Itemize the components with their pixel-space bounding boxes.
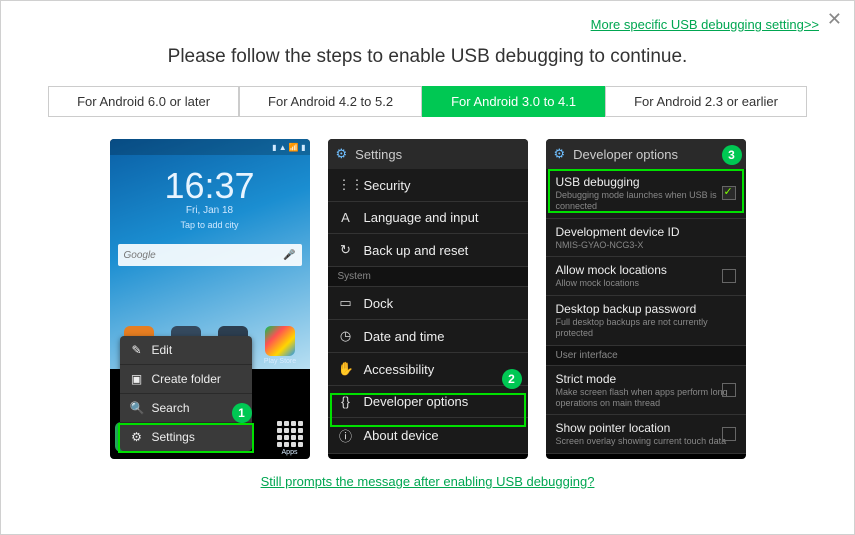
category-system: System — [328, 267, 528, 287]
android-version-tabs: For Android 6.0 or later For Android 4.2… — [36, 86, 819, 117]
category-ui: User interface — [546, 346, 746, 366]
item-accessibility: ✋Accessibility — [328, 353, 528, 386]
item-security: ⋮⋮Security — [328, 169, 528, 202]
step-badge-2: 2 — [502, 369, 522, 389]
phone-step-2: ⚙ Settings ⋮⋮Security ALanguage and inpu… — [328, 139, 528, 459]
clock-widget: 16:37 Fri, Jan 18 — [110, 165, 310, 216]
row-device-id: Development device IDNMIS-GYAO-NCG3-X — [546, 219, 746, 258]
row-strict-mode: Strict modeMake screen flash when apps p… — [546, 366, 746, 416]
google-search-bar: Google 🎤 — [118, 244, 302, 266]
tab-android-3[interactable]: For Android 3.0 to 4.1 — [422, 86, 605, 117]
dock-icon: ▭ — [338, 295, 354, 311]
bottom-link-row: Still prompts the message after enabling… — [36, 473, 819, 491]
security-icon: ⋮⋮ — [338, 177, 354, 193]
mic-icon: 🎤 — [283, 250, 295, 261]
tab-android-4-2[interactable]: For Android 4.2 to 5.2 — [239, 86, 422, 117]
highlight-usb-debugging — [548, 169, 744, 213]
item-backup: ↻Back up and reset — [328, 234, 528, 267]
search-icon: 🔍 — [130, 401, 144, 415]
row-backup-password: Desktop backup passwordFull desktop back… — [546, 296, 746, 346]
info-icon: ⓘ — [338, 426, 354, 445]
checkbox-icon — [722, 427, 736, 441]
phone-screenshots: ▮ ▲ 📶 ▮ 16:37 Fri, Jan 18 Tap to add cit… — [36, 139, 819, 459]
tab-android-2-3[interactable]: For Android 2.3 or earlier — [605, 86, 807, 117]
tab-android-6[interactable]: For Android 6.0 or later — [48, 86, 239, 117]
gear-icon: ⚙ — [336, 146, 348, 162]
row-pointer-location: Show pointer locationScreen overlay show… — [546, 415, 746, 454]
phone-step-1: ▮ ▲ 📶 ▮ 16:37 Fri, Jan 18 Tap to add cit… — [110, 139, 310, 459]
apps-label: Apps — [275, 449, 305, 456]
dock-apps: Apps — [275, 419, 305, 456]
close-button[interactable]: ✕ — [827, 9, 842, 30]
row-mock-locations: Allow mock locationsAllow mock locations — [546, 257, 746, 296]
clock-time: 16:37 — [110, 165, 310, 207]
devoptions-header: ⚙ Developer options — [546, 139, 746, 169]
home-wallpaper: ▮ ▲ 📶 ▮ 16:37 Fri, Jan 18 Tap to add cit… — [110, 139, 310, 369]
gear-icon: ⚙ — [554, 146, 566, 162]
folder-icon: ▣ — [130, 372, 144, 386]
settings-header: ⚙ Settings — [328, 139, 528, 169]
language-icon: A — [338, 210, 354, 225]
phone-step-3: ⚙ Developer options USB debuggingDebuggi… — [546, 139, 746, 459]
status-bar: ▮ ▲ 📶 ▮ — [110, 139, 310, 155]
dialog-title: Please follow the steps to enable USB de… — [36, 46, 819, 68]
add-city-text: Tap to add city — [110, 220, 310, 230]
step-badge-3: 3 — [722, 145, 742, 165]
menu-edit: ✎Edit — [120, 336, 252, 365]
hand-icon: ✋ — [338, 361, 354, 377]
item-dock: ▭Dock — [328, 287, 528, 320]
devoptions-title: Developer options — [573, 147, 678, 162]
highlight-dev-options — [330, 393, 526, 427]
checkbox-icon — [722, 383, 736, 397]
usb-debugging-dialog: ✕ More specific USB debugging setting>> … — [0, 0, 855, 535]
still-prompts-link[interactable]: Still prompts the message after enabling… — [261, 474, 595, 489]
settings-title: Settings — [355, 147, 402, 162]
app-playstore: Play Store — [263, 326, 297, 365]
highlight-settings — [118, 423, 254, 453]
apps-grid-icon — [275, 419, 305, 449]
top-link-row: More specific USB debugging setting>> — [36, 16, 819, 34]
google-search-label: Google — [124, 250, 156, 261]
item-datetime: ◷Date and time — [328, 320, 528, 353]
item-language: ALanguage and input — [328, 202, 528, 234]
more-specific-link[interactable]: More specific USB debugging setting>> — [591, 17, 819, 32]
backup-icon: ↻ — [338, 242, 354, 258]
step-badge-1: 1 — [232, 403, 252, 423]
pencil-icon: ✎ — [130, 343, 144, 357]
menu-create-folder: ▣Create folder — [120, 365, 252, 394]
clock-date: Fri, Jan 18 — [110, 205, 310, 216]
checkbox-icon — [722, 269, 736, 283]
clock-icon: ◷ — [338, 328, 354, 344]
